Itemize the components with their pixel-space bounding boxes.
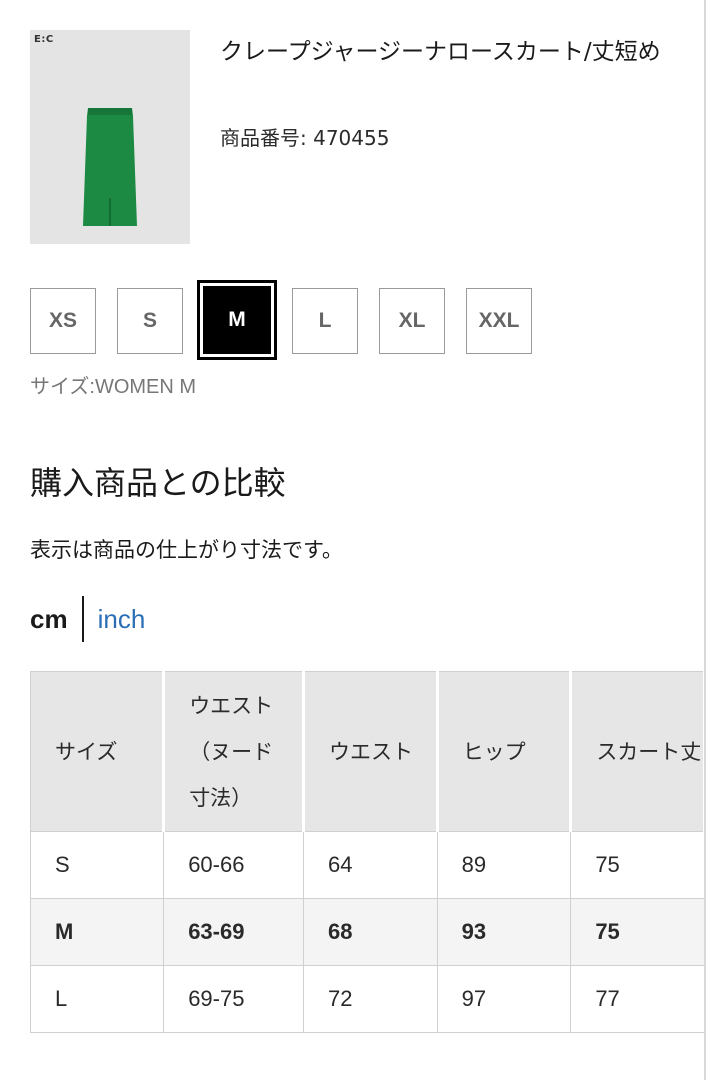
selected-size-label: サイズ:WOMEN M (30, 376, 197, 398)
table-cell: 68 (303, 898, 438, 966)
table-cell: 97 (436, 965, 572, 1033)
size-option-m[interactable]: M (197, 280, 277, 360)
table-header-skirt-length: スカート丈 (570, 671, 706, 832)
size-option-xs[interactable]: XS (30, 288, 96, 354)
table-row: L 69-75 72 97 77 (29, 965, 705, 1033)
table-cell: 75 (570, 831, 705, 899)
unit-divider (81, 596, 84, 642)
table-cell: S (29, 831, 165, 899)
unit-toggle: cm inch (30, 596, 145, 642)
table-cell: 60-66 (163, 831, 305, 899)
product-name: クレープジャージーナロースカート/丈短め (220, 39, 661, 65)
table-row-selected: M 63-69 68 93 75 (29, 898, 705, 966)
size-option-xxl[interactable]: XXL (466, 288, 532, 354)
table-header-row: サイズ ウエスト（ヌード寸法） ウエスト ヒップ スカート丈 (29, 671, 706, 832)
table-cell: 93 (436, 898, 572, 966)
table-cell: 77 (570, 965, 705, 1033)
table-header-nude-waist: ウエスト（ヌード寸法） (163, 671, 306, 832)
table-cell: 63-69 (163, 898, 305, 966)
table-cell: 72 (303, 965, 438, 1033)
comparison-title: 購入商品との比較 (30, 464, 286, 502)
size-chart-table: サイズ ウエスト（ヌード寸法） ウエスト ヒップ スカート丈 S 60-66 6… (29, 671, 706, 1033)
size-option-s[interactable]: S (117, 288, 183, 354)
product-thumbnail[interactable]: E:C (30, 30, 190, 244)
comparison-note: 表示は商品の仕上がり寸法です。 (30, 538, 343, 562)
table-cell: 64 (303, 831, 438, 899)
table-header-hip: ヒップ (436, 671, 573, 832)
table-cell: M (29, 898, 165, 966)
size-comparison-page: E:C クレープジャージーナロースカート/丈短め 商品番号: 470455 XS… (0, 0, 706, 1080)
unit-inch-link[interactable]: inch (98, 604, 146, 635)
brand-logo: E:C (34, 34, 54, 45)
table-row: S 60-66 64 89 75 (29, 831, 705, 899)
product-code: 商品番号: 470455 (220, 126, 390, 150)
size-option-l[interactable]: L (292, 288, 358, 354)
table-header-waist: ウエスト (303, 671, 439, 832)
table-cell: L (29, 965, 165, 1033)
unit-cm-option[interactable]: cm (30, 604, 68, 635)
size-option-xl[interactable]: XL (379, 288, 445, 354)
table-cell: 75 (570, 898, 705, 966)
table-cell: 89 (436, 831, 572, 899)
green-skirt-image (83, 108, 137, 226)
table-cell: 69-75 (163, 965, 305, 1033)
table-header-size: サイズ (29, 671, 166, 832)
